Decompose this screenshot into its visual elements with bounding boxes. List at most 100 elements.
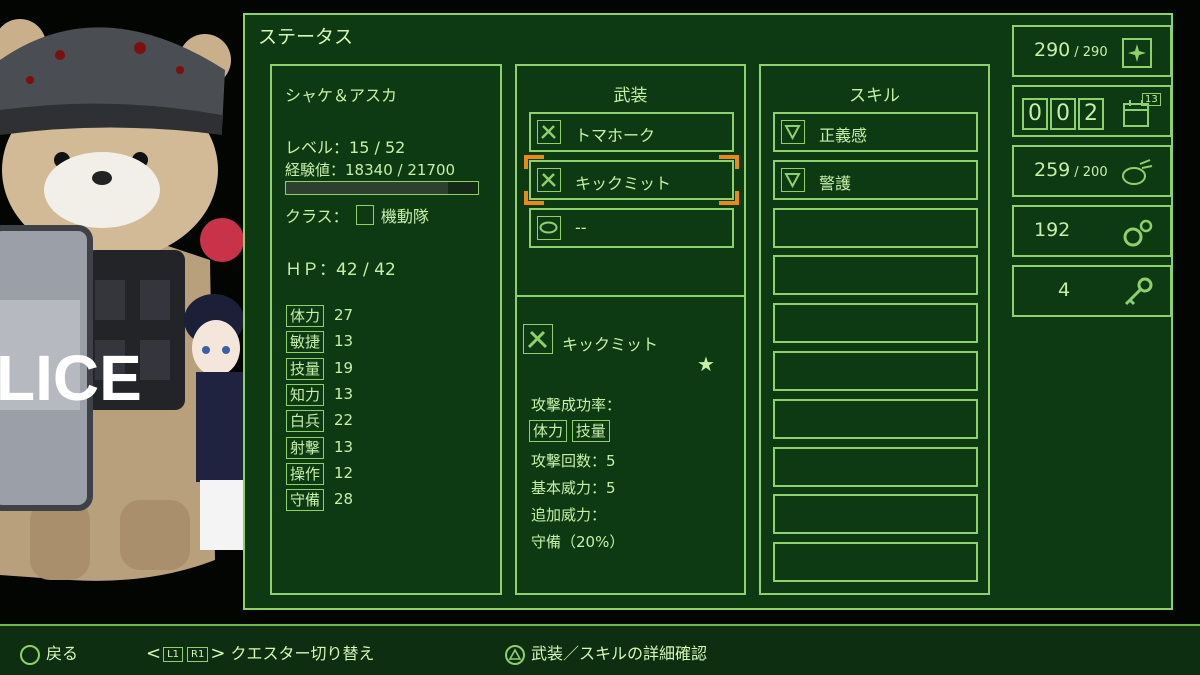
gears-icon xyxy=(1120,216,1154,250)
skills-panel: スキル 正義感 警護 xyxy=(759,64,990,595)
chevron-right-icon: > xyxy=(210,643,226,664)
resource-current: 290 xyxy=(1034,39,1071,61)
weapons-panel: 武装 トマホークキックミット -- xyxy=(515,64,746,297)
shield-text: LICE xyxy=(0,342,142,414)
day-counter: 002 xyxy=(1022,98,1106,130)
accessory-icon xyxy=(537,216,561,240)
stat-row: 守備 28 xyxy=(286,489,353,512)
resource-value: 4 xyxy=(1058,279,1070,301)
resource-value: 259/ 200 xyxy=(1034,159,1108,181)
skill-icon xyxy=(781,120,805,144)
stat-row: 敏捷 13 xyxy=(286,331,353,354)
class-row: クラス： 機動隊 xyxy=(285,203,429,227)
skill-slot[interactable]: 警護 xyxy=(773,159,978,200)
class-icon xyxy=(355,205,374,225)
stat-row: 射撃 13 xyxy=(286,436,353,459)
empty-skill-slot[interactable] xyxy=(773,398,978,439)
stat-name: 体力 xyxy=(286,305,325,327)
day-digit: 2 xyxy=(1078,98,1104,130)
stat-row: 知力 13 xyxy=(286,383,353,406)
selection-corner xyxy=(524,191,544,205)
weapon-label: -- xyxy=(575,218,587,237)
back-hint[interactable]: 戻る xyxy=(20,640,78,665)
resource-box: 259/ 200 xyxy=(1012,145,1172,197)
weapon-label: キックミット xyxy=(575,174,672,193)
food-icon xyxy=(1120,156,1154,190)
key-icon xyxy=(1120,276,1154,310)
empty-skill-slot[interactable] xyxy=(773,207,978,248)
weapon-slot[interactable]: キックミット xyxy=(524,155,739,205)
weapons-header: 武装 xyxy=(613,86,648,106)
class-label: クラス： xyxy=(285,207,349,226)
rank-star-icon: ★ xyxy=(697,352,715,376)
selection-corner xyxy=(719,155,739,169)
detail-weapon-name: キックミット xyxy=(562,335,659,354)
button-hint-bar: 戻る < L1 R1 > クエスター切り替え 武装／スキルの詳細確認 xyxy=(0,624,1200,675)
weapon-detail-panel: キックミット ★ 攻撃成功率： 体力 技量 攻撃回数：5 基本威力：5 追加威力… xyxy=(515,295,746,595)
back-label: 戻る xyxy=(46,644,79,663)
stat-row: 体力 27 xyxy=(286,305,353,327)
exp-value: 18340 / 21700 xyxy=(345,161,456,179)
stat-value: 13 xyxy=(334,384,354,403)
resource-box: 4 xyxy=(1012,265,1172,317)
detail-hint[interactable]: 武装／スキルの詳細確認 xyxy=(505,640,707,665)
exp-label: 経験値： xyxy=(285,161,346,179)
empty-skill-slot[interactable] xyxy=(773,255,978,296)
chevron-left-icon: < xyxy=(146,643,162,664)
stat-name: 操作 xyxy=(286,462,325,485)
selection-corner xyxy=(524,155,544,169)
stat-name: 知力 xyxy=(286,383,325,406)
weapon-slot[interactable]: トマホーク xyxy=(529,112,734,152)
exp-bar xyxy=(285,181,479,195)
stat-value: 27 xyxy=(334,306,354,324)
stat-row: 技量 19 xyxy=(286,357,353,380)
hit-tag: 体力 xyxy=(529,420,568,442)
empty-skill-slot[interactable] xyxy=(773,303,978,344)
skill-icon xyxy=(781,167,805,192)
empty-skill-slot[interactable] xyxy=(773,494,978,535)
stat-value: 13 xyxy=(334,332,354,351)
empty-skill-slot[interactable] xyxy=(773,351,978,391)
base-power: 基本威力：5 xyxy=(531,479,616,497)
detail-weapon-icon xyxy=(523,324,553,354)
stat-name: 射撃 xyxy=(286,436,325,459)
stat-value: 22 xyxy=(334,411,354,430)
resource-current: 192 xyxy=(1034,219,1071,241)
r1-button-icon: R1 xyxy=(187,647,209,662)
weapon-label: トマホーク xyxy=(575,126,656,145)
l1-button-icon: L1 xyxy=(163,647,184,662)
resource-max: / 200 xyxy=(1074,165,1108,180)
sparkle-card-icon xyxy=(1120,36,1154,70)
resource-value: 290/ 290 xyxy=(1034,39,1108,61)
resource-box: 290/ 290 xyxy=(1012,25,1172,77)
attack-count: 攻撃回数：5 xyxy=(531,452,616,470)
stat-value: 28 xyxy=(334,490,354,509)
skills-header: スキル xyxy=(849,86,900,106)
resource-box: 0 0 2 13 xyxy=(1012,85,1172,137)
bonus-power-value: 守備（20%） xyxy=(531,533,625,551)
weapon-icon xyxy=(537,120,561,144)
weapon-icon xyxy=(537,168,561,192)
skill-slot[interactable]: 正義感 xyxy=(773,112,978,152)
stat-name: 技量 xyxy=(286,357,325,380)
character-portrait: LICE xyxy=(0,0,244,620)
empty-skill-slot[interactable] xyxy=(773,542,978,583)
screen-title: ステータス xyxy=(258,26,354,48)
circle-button-icon xyxy=(20,644,40,665)
resource-current: 259 xyxy=(1034,159,1071,181)
stat-value: 13 xyxy=(334,437,354,456)
resource-current: 4 xyxy=(1058,279,1071,301)
level-value: 15 / 52 xyxy=(349,138,406,157)
stat-name: 敏捷 xyxy=(286,331,325,354)
empty-skill-slot[interactable] xyxy=(773,446,978,487)
stat-value: 19 xyxy=(334,358,354,377)
stat-value: 12 xyxy=(334,463,354,482)
switch-quester-hint[interactable]: < L1 R1 > クエスター切り替え xyxy=(146,640,375,664)
hit-tag: 技量 xyxy=(571,420,610,442)
stat-name: 白兵 xyxy=(286,410,325,433)
weapon-slot[interactable]: -- xyxy=(529,208,734,248)
switch-label: クエスター切り替え xyxy=(230,644,375,663)
hp-row: ＨＰ：42 / 42 xyxy=(285,255,396,280)
exp-bar-fill xyxy=(286,182,449,194)
hp-value: 42 / 42 xyxy=(336,260,396,280)
